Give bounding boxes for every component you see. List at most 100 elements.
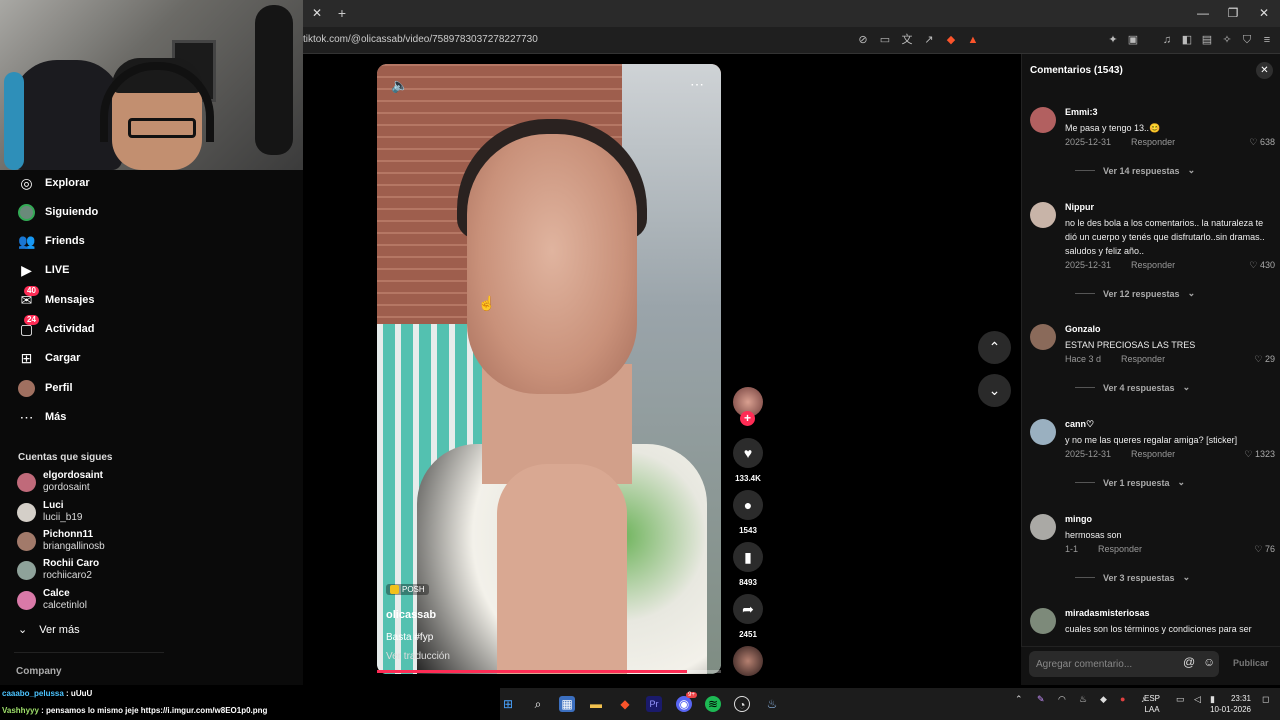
comment-like[interactable]: ♡ 76	[1254, 544, 1275, 555]
comment-like[interactable]: ♡ 638	[1249, 137, 1275, 148]
sidebar-item-cargar[interactable]: ⊞ Cargar	[18, 346, 81, 370]
previous-video-button[interactable]: ⌃	[978, 331, 1011, 364]
sidebar-item-explorar[interactable]: ◎ Explorar	[18, 171, 89, 195]
share-button[interactable]: ➦	[733, 594, 763, 624]
tray-chevron-up-icon[interactable]: ⌃	[1015, 695, 1023, 704]
discord-icon[interactable]: ◉	[676, 696, 692, 712]
comment-user[interactable]: Gonzalo	[1065, 324, 1101, 334]
account-item[interactable]: Luci lucii_b19	[17, 500, 82, 524]
volume-tray-icon[interactable]: ◁	[1194, 695, 1201, 704]
clock[interactable]: 23:31 10-01-2026	[1209, 693, 1251, 715]
mention-icon[interactable]: @	[1183, 655, 1195, 669]
comment-user[interactable]: cann♡	[1065, 419, 1094, 430]
view-replies-link[interactable]: Ver 3 respuestas ⌄	[1075, 572, 1190, 583]
headset-tray-icon[interactable]: ◠	[1058, 695, 1066, 704]
avatar[interactable]	[1030, 202, 1056, 228]
translate-link[interactable]: Ver traducción	[386, 651, 450, 662]
account-item[interactable]: Calce calcetinlol	[17, 588, 87, 612]
sidebar-icon[interactable]: ◧	[1179, 32, 1195, 48]
screenshot-icon[interactable]: ▣	[1125, 32, 1141, 48]
like-button[interactable]: ♥	[733, 438, 763, 468]
avatar[interactable]	[1030, 107, 1056, 133]
file-explorer-icon[interactable]: ▬	[588, 696, 604, 712]
see-more-link[interactable]: ⌄ Ver más	[18, 623, 80, 637]
more-options-icon[interactable]: ⋯	[690, 76, 704, 93]
volume-icon[interactable]: 🔈	[391, 77, 408, 94]
view-replies-link[interactable]: Ver 14 respuestas ⌄	[1075, 165, 1195, 176]
comment-button[interactable]: ●	[733, 490, 763, 520]
menu-icon[interactable]: ≡	[1259, 32, 1275, 48]
pen-icon[interactable]: ✎	[1037, 695, 1045, 704]
no-tracking-icon[interactable]: ⊘	[855, 32, 871, 48]
comment-user[interactable]: miradasmisteriosas	[1065, 608, 1150, 618]
pip-icon[interactable]: ▭	[877, 32, 893, 48]
leo-ai-icon[interactable]: ✧	[1219, 32, 1235, 48]
close-comments-button[interactable]: ✕	[1256, 62, 1273, 79]
sidebar-item-perfil[interactable]: Perfil	[18, 376, 73, 400]
avatar[interactable]	[1030, 419, 1056, 445]
company-link[interactable]: Company	[16, 666, 62, 677]
search-icon[interactable]: ⌕	[530, 696, 546, 712]
notifications-icon[interactable]: ◻	[1262, 695, 1269, 704]
app-tray-icon[interactable]: ◆	[1100, 695, 1107, 704]
spotify-icon[interactable]: ≋	[705, 696, 721, 712]
next-video-button[interactable]: ⌄	[978, 374, 1011, 407]
new-tab-button[interactable]: +	[334, 5, 350, 21]
sidebar-item-mensajes[interactable]: ✉ 40 Mensajes	[18, 285, 95, 312]
sidebar-item-actividad[interactable]: ▢ 24 Actividad	[18, 314, 95, 341]
tab-close-icon[interactable]: ✕	[308, 5, 326, 21]
brave-shield-icon[interactable]: ◆	[943, 32, 959, 48]
close-window-button[interactable]: ✕	[1249, 4, 1279, 22]
start-menu-icon[interactable]: ⊞	[500, 696, 516, 712]
comment-user[interactable]: Nippur	[1065, 202, 1094, 212]
media-icon[interactable]: ♫	[1159, 32, 1175, 48]
sidebar-item-mas[interactable]: ⋯ Más	[18, 405, 67, 429]
comment-like[interactable]: ♡ 430	[1249, 260, 1275, 271]
brave-rewards-icon[interactable]: ▲	[965, 32, 981, 48]
save-button[interactable]: ▮	[733, 542, 763, 572]
reply-button[interactable]: Responder	[1098, 544, 1142, 554]
translate-icon[interactable]: 文	[899, 32, 915, 48]
recording-tray-icon[interactable]: ●	[1120, 695, 1125, 704]
photos-icon[interactable]: ▦	[559, 696, 575, 712]
comment-like[interactable]: ♡ 29	[1254, 354, 1275, 365]
video-player[interactable]	[377, 64, 721, 674]
vpn-shield-icon[interactable]: ⛉	[1239, 32, 1255, 48]
comment-user[interactable]: Emmi:3	[1065, 107, 1098, 117]
account-item[interactable]: Rochii Caro rochiicaro2	[17, 558, 99, 582]
sidebar-item-live[interactable]: ▶ LIVE	[18, 258, 69, 282]
view-replies-link[interactable]: Ver 1 respuesta ⌄	[1075, 477, 1185, 488]
comment-like[interactable]: ♡ 1323	[1244, 449, 1275, 460]
reply-button[interactable]: Responder	[1131, 137, 1175, 147]
reply-button[interactable]: Responder	[1131, 260, 1175, 270]
reply-button[interactable]: Responder	[1121, 354, 1165, 364]
steam-icon[interactable]: ♨	[764, 696, 780, 712]
brave-browser-icon[interactable]: ◆	[617, 696, 633, 712]
video-progress-bar[interactable]	[377, 670, 721, 673]
steam-tray-icon[interactable]: ♨	[1079, 695, 1087, 704]
account-item[interactable]: elgordosaint gordosaint	[17, 470, 103, 494]
sidebar-item-friends[interactable]: 👥 Friends	[18, 229, 85, 253]
minimize-button[interactable]: —	[1188, 4, 1218, 22]
premiere-icon[interactable]: Pr	[646, 696, 662, 712]
avatar[interactable]	[1030, 514, 1056, 540]
emoji-icon[interactable]: ☺	[1203, 655, 1215, 669]
monitor-tray-icon[interactable]: ▭	[1176, 695, 1185, 704]
music-disc[interactable]	[733, 646, 763, 676]
account-item[interactable]: Pichonn11 briangallinosb	[17, 529, 105, 553]
url-text[interactable]: tiktok.com/@olicassab/video/758978303727…	[303, 34, 538, 45]
comment-user[interactable]: mingo	[1065, 514, 1092, 524]
publish-button[interactable]: Publicar	[1233, 658, 1269, 668]
video-author[interactable]: olicassab	[386, 609, 436, 621]
maximize-button[interactable]: ❐	[1218, 4, 1248, 22]
avatar[interactable]	[1030, 608, 1056, 634]
obs-icon[interactable]: ◔	[734, 696, 750, 712]
view-replies-link[interactable]: Ver 12 respuestas ⌄	[1075, 288, 1195, 299]
view-replies-link[interactable]: Ver 4 respuestas ⌄	[1075, 382, 1190, 393]
avatar[interactable]	[1030, 324, 1056, 350]
sidebar-item-siguiendo[interactable]: Siguiendo	[18, 200, 98, 224]
language-indicator[interactable]: ESP LAA	[1143, 693, 1161, 715]
share-icon[interactable]: ↗	[921, 32, 937, 48]
extensions-icon[interactable]: ✦	[1105, 32, 1121, 48]
follow-button[interactable]: +	[740, 411, 755, 426]
